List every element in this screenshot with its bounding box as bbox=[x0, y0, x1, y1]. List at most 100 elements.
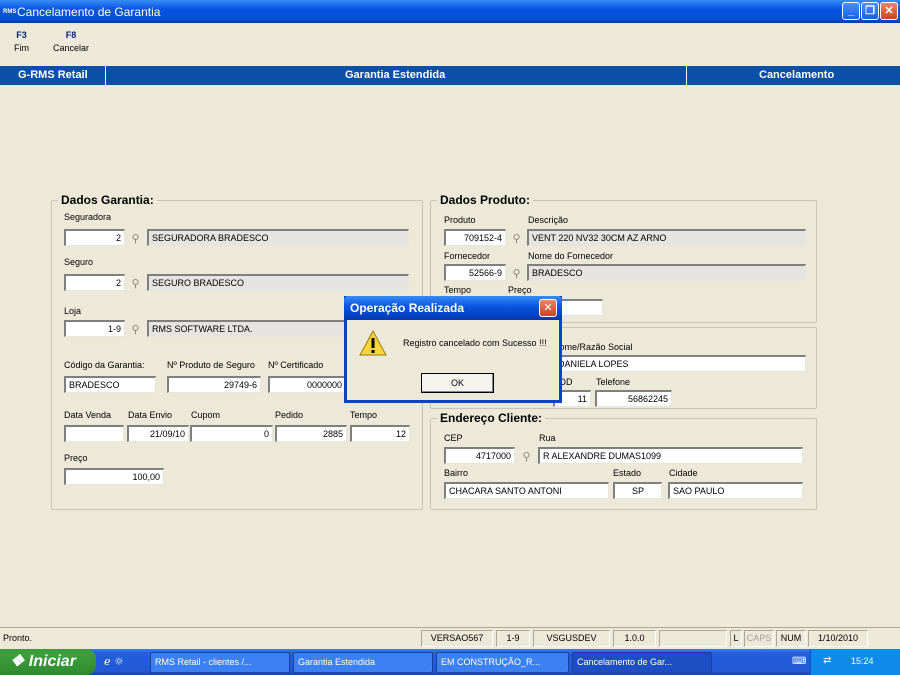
close-button[interactable]: ✕ bbox=[880, 2, 898, 20]
loja-code-field[interactable]: 1-9 bbox=[64, 320, 125, 337]
taskbar-item-garantia[interactable]: Garantia Estendida bbox=[293, 652, 433, 673]
fornecedor-label: Fornecedor bbox=[444, 251, 491, 261]
status-num: NUM bbox=[776, 630, 806, 647]
taskbar-item-em-construcao[interactable]: EM CONSTRUÇÃO_R... bbox=[436, 652, 569, 673]
fornecedor-field[interactable]: 52566-9 bbox=[444, 264, 506, 281]
f3-fim-button[interactable]: F3 Fim bbox=[14, 30, 29, 53]
app-logo: RMS bbox=[3, 8, 17, 15]
module-header: G-RMS Retail Garantia Estendida Cancelam… bbox=[0, 66, 900, 85]
seguradora-name-field: SEGURADORA BRADESCO bbox=[147, 229, 409, 246]
preco-field[interactable]: 100,00 bbox=[64, 468, 164, 485]
status-text: Pronto. bbox=[3, 633, 33, 643]
status-date: 1/10/2010 bbox=[808, 630, 868, 647]
estado-field[interactable]: SP bbox=[613, 482, 662, 499]
binoculars-search-icon[interactable]: ⚲ bbox=[127, 275, 144, 292]
telefone-label: Telefone bbox=[596, 377, 631, 387]
nprod-seguro-field[interactable]: 29749-6 bbox=[167, 376, 261, 393]
cupom-label: Cupom bbox=[191, 410, 221, 420]
seguradora-code-field[interactable]: 2 bbox=[64, 229, 125, 246]
dados-produto-legend: Dados Produto: bbox=[440, 193, 530, 207]
window-title: Cancelamento de Garantia bbox=[17, 4, 161, 19]
produto-tempo-label: Tempo bbox=[444, 285, 472, 295]
seguradora-label: Seguradora bbox=[64, 212, 112, 222]
system-tray: ⇄ 15:24 bbox=[810, 649, 900, 675]
cidade-label: Cidade bbox=[669, 468, 698, 478]
taskbar-item-rms-retail[interactable]: RMS Retail - clientes /... bbox=[150, 652, 290, 673]
header-module: Garantia Estendida bbox=[345, 69, 446, 81]
rua-label: Rua bbox=[539, 433, 556, 443]
preco-label: Preço bbox=[64, 453, 88, 463]
codigo-garantia-field[interactable]: BRADESCO bbox=[64, 376, 156, 393]
produto-preco-label: Preço bbox=[508, 285, 532, 295]
binoculars-search-icon[interactable]: ⚲ bbox=[127, 321, 144, 338]
pedido-label: Pedido bbox=[275, 410, 304, 420]
cep-field[interactable]: 4717000 bbox=[444, 447, 515, 464]
produto-field[interactable]: 709152-4 bbox=[444, 229, 506, 246]
status-bar: Pronto. VERSAO567 1-9 VSGUSDEV 1.0.0 L C… bbox=[0, 627, 900, 648]
status-build: 1.0.0 bbox=[613, 630, 656, 647]
nome-razao-field[interactable]: DANIELA LOPES bbox=[553, 355, 806, 372]
taskbar: ❖ Iniciar ℯ ☼ RMS Retail - clientes /...… bbox=[0, 649, 900, 675]
minimize-button[interactable]: _ bbox=[842, 2, 860, 20]
status-version: VERSAO567 bbox=[421, 630, 493, 647]
pedido-field[interactable]: 2885 bbox=[275, 425, 347, 442]
warning-icon bbox=[359, 330, 387, 356]
status-l: L bbox=[730, 630, 742, 647]
seguro-name-field: SEGURO BRADESCO bbox=[147, 274, 409, 291]
telefone-field[interactable]: 56862245 bbox=[595, 390, 672, 407]
ncertificado-label: Nº Certificado bbox=[268, 360, 324, 370]
data-venda-label: Data Venda bbox=[64, 410, 112, 420]
status-loja: 1-9 bbox=[496, 630, 530, 647]
f8-cancelar-button[interactable]: F8 Cancelar bbox=[53, 30, 89, 53]
seguro-code-field[interactable]: 2 bbox=[64, 274, 125, 291]
nome-razao-label: Nome/Razão Social bbox=[553, 342, 633, 352]
dados-garantia-legend: Dados Garantia: bbox=[61, 193, 154, 207]
binoculars-search-icon[interactable]: ⚲ bbox=[508, 230, 525, 247]
windows-logo-icon: ❖ bbox=[10, 653, 25, 670]
maximize-button[interactable]: ❐ bbox=[861, 2, 879, 20]
network-icon[interactable]: ⇄ bbox=[823, 655, 831, 666]
status-user: VSGUSDEV bbox=[533, 630, 610, 647]
binoculars-search-icon[interactable]: ⚲ bbox=[518, 448, 535, 465]
seguro-label: Seguro bbox=[64, 257, 94, 267]
estado-label: Estado bbox=[613, 468, 642, 478]
bairro-label: Bairro bbox=[444, 468, 469, 478]
ncertificado-field[interactable]: 0000000 bbox=[268, 376, 346, 393]
tempo-field[interactable]: 12 bbox=[350, 425, 410, 442]
loja-label: Loja bbox=[64, 306, 82, 316]
start-button[interactable]: ❖ Iniciar bbox=[0, 649, 96, 675]
cupom-field[interactable]: 0 bbox=[190, 425, 273, 442]
dialog-close-button[interactable]: ✕ bbox=[539, 299, 557, 317]
produto-preco-field[interactable] bbox=[560, 299, 603, 316]
keyboard-icon[interactable]: ⌨ bbox=[792, 656, 806, 667]
nome-fornecedor-label: Nome do Fornecedor bbox=[528, 251, 614, 261]
window-titlebar: RMS Cancelamento de Garantia _ ❐ ✕ bbox=[0, 0, 900, 23]
data-envio-field[interactable]: 21/09/10 bbox=[127, 425, 189, 442]
status-empty bbox=[659, 630, 727, 647]
produto-label: Produto bbox=[444, 215, 476, 225]
ok-button[interactable]: OK bbox=[421, 373, 494, 393]
descricao-label: Descrição bbox=[528, 215, 569, 225]
header-operation: Cancelamento bbox=[759, 69, 835, 81]
tempo-label: Tempo bbox=[350, 410, 378, 420]
nome-fornecedor-field: BRADESCO bbox=[527, 264, 806, 281]
quick-launch-ie-icon[interactable]: ℯ ☼ bbox=[104, 655, 124, 668]
operacao-realizada-dialog: Operação Realizada ✕ Registro cancelado … bbox=[344, 296, 562, 403]
clock[interactable]: 15:24 bbox=[851, 656, 874, 666]
rua-field[interactable]: R ALEXANDRE DUMAS1099 bbox=[538, 447, 803, 464]
cep-label: CEP bbox=[444, 433, 463, 443]
data-venda-field[interactable] bbox=[64, 425, 124, 442]
header-app-name: G-RMS Retail bbox=[18, 69, 88, 81]
codigo-garantia-label: Código da Garantia: bbox=[64, 360, 145, 370]
bairro-field[interactable]: CHACARA SANTO ANTONI bbox=[444, 482, 609, 499]
taskbar-item-cancelamento[interactable]: Cancelamento de Gar... bbox=[572, 652, 712, 673]
dialog-title: Operação Realizada bbox=[344, 296, 562, 320]
endereco-cliente-legend: Endereço Cliente: bbox=[440, 411, 543, 425]
binoculars-search-icon[interactable]: ⚲ bbox=[127, 230, 144, 247]
descricao-field: VENT 220 NV32 30CM AZ ARNO bbox=[527, 229, 806, 246]
binoculars-search-icon[interactable]: ⚲ bbox=[508, 265, 525, 282]
cidade-field[interactable]: SAO PAULO bbox=[668, 482, 803, 499]
nprod-seguro-label: Nº Produto de Seguro bbox=[167, 360, 255, 370]
data-envio-label: Data Envio bbox=[128, 410, 173, 420]
status-caps: CAPS bbox=[744, 630, 774, 647]
